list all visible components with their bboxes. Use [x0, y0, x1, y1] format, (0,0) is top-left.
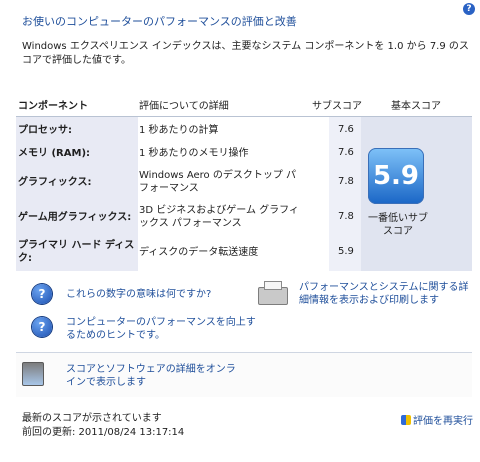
component-label: メモリ (RAM):: [18, 148, 91, 159]
link-print-details[interactable]: パフォーマンスとシステムに関する詳細情報を表示および印刷します: [299, 281, 474, 307]
link-online-details[interactable]: スコアとソフトウェアの詳細をオンラインで表示します: [66, 363, 241, 389]
help-icon[interactable]: ?: [463, 3, 475, 15]
printer-icon[interactable]: [258, 281, 288, 305]
component-label: ゲーム用グラフィックス:: [18, 212, 132, 223]
table-row: グラフィックス: Windows Aero のデスクトップ パフォーマンス 7.…: [16, 167, 356, 201]
online-info-icon[interactable]: [22, 362, 44, 386]
question-icon[interactable]: ?: [32, 284, 52, 304]
component-details: 1 秒あたりのメモリ操作: [139, 148, 249, 159]
page-description: Windows エクスペリエンス インデックスは、主要なシステム コンポーネント…: [22, 41, 469, 66]
link-score-meaning[interactable]: これらの数字の意味は何ですか?: [66, 288, 211, 301]
component-details: 3D ビジネスおよびゲーム グラフィックス パフォーマンス: [139, 205, 299, 229]
rerun-label: 評価を再実行: [413, 416, 473, 427]
subscore-value: 7.6: [338, 124, 354, 135]
header-component: コンポーネント: [18, 101, 88, 112]
header-basescore: 基本スコア: [391, 101, 441, 112]
table-row: メモリ (RAM): 1 秒あたりのメモリ操作 7.6: [16, 144, 356, 166]
header-details: 評価についての詳細: [139, 101, 229, 112]
question-icon[interactable]: ?: [32, 317, 52, 337]
component-label: プライマリ ハード ディスク:: [18, 240, 135, 264]
rerun-assessment-link[interactable]: 評価を再実行: [401, 412, 473, 427]
link-performance-tips[interactable]: コンピューターのパフォーマンスを向上するためのヒントです。: [66, 316, 256, 342]
status-text: 最新のスコアが示されています 前回の更新: 2011/08/24 13:17:1…: [22, 412, 184, 440]
page-title: お使いのコンピューターのパフォーマンスの評価と改善: [22, 15, 297, 28]
table-row: プライマリ ハード ディスク: ディスクのデータ転送速度 5.9: [16, 237, 356, 271]
component-details: Windows Aero のデスクトップ パフォーマンス: [139, 170, 297, 194]
header-subscore: サブスコア: [312, 101, 362, 112]
table-row: プロセッサ: 1 秒あたりの計算 7.6: [16, 121, 356, 143]
shield-icon: [401, 415, 411, 425]
table-header: コンポーネント 評価についての詳細 サブスコア 基本スコア: [16, 93, 472, 117]
subscore-value: 7.8: [338, 176, 354, 187]
component-details: ディスクのデータ転送速度: [139, 247, 259, 258]
subscore-value: 7.8: [338, 211, 354, 222]
component-label: グラフィックス:: [18, 177, 92, 188]
table-row: ゲーム用グラフィックス: 3D ビジネスおよびゲーム グラフィックス パフォーマ…: [16, 202, 356, 236]
component-label: プロセッサ:: [18, 125, 72, 136]
base-score-badge: 5.9: [368, 148, 424, 204]
subscore-value: 5.9: [338, 246, 354, 257]
component-details: 1 秒あたりの計算: [139, 125, 219, 136]
subscore-value: 7.6: [338, 147, 354, 158]
status-line-2: 前回の更新: 2011/08/24 13:17:14: [22, 427, 185, 438]
base-score-caption: 一番低いサブスコア: [368, 213, 428, 237]
status-line-1: 最新のスコアが示されています: [22, 413, 162, 424]
